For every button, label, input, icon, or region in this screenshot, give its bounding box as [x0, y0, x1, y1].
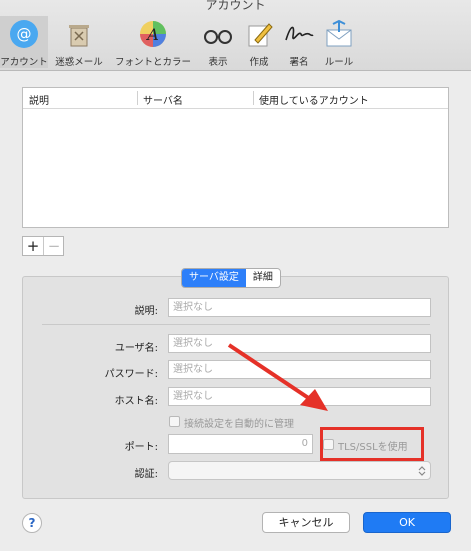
annotation-arrow — [227, 343, 328, 411]
ok-button[interactable]: OK — [363, 512, 451, 533]
help-button[interactable]: ? — [22, 513, 42, 533]
cancel-button[interactable]: キャンセル — [262, 512, 350, 533]
